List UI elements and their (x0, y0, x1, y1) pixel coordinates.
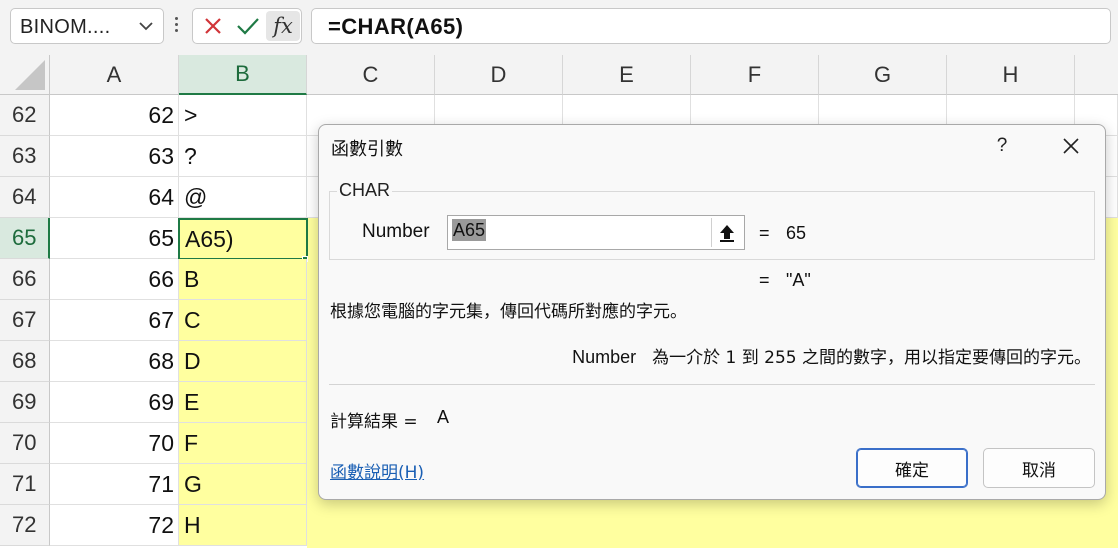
function-name: CHAR (337, 180, 393, 201)
enter-formula-button[interactable] (231, 11, 265, 41)
cell-a63[interactable]: 63 (50, 136, 179, 177)
chevron-down-icon[interactable] (137, 16, 155, 36)
dialog-help-button[interactable]: ? (987, 131, 1017, 161)
cell-a71[interactable]: 71 (50, 464, 179, 505)
function-description: 根據您電腦的字元集，傳回代碼所對應的字元。 (330, 302, 687, 322)
cell-a62[interactable]: 62 (50, 95, 179, 136)
cancel-button[interactable]: 取消 (983, 448, 1095, 488)
row-header-68[interactable]: 68 (0, 341, 50, 382)
column-header-a[interactable]: A (50, 55, 179, 95)
row-header-65[interactable]: 65 (0, 218, 50, 259)
cell-a69[interactable]: 69 (50, 382, 179, 423)
cell-b62[interactable]: > (179, 95, 307, 136)
column-header-c[interactable]: C (307, 55, 435, 95)
formula-result-equals: = (759, 270, 770, 290)
dialog-close-button[interactable] (1054, 131, 1088, 161)
cell-b66[interactable]: B (179, 259, 307, 300)
check-icon (237, 18, 259, 35)
cell-a70[interactable]: 70 (50, 423, 179, 464)
cell-b64[interactable]: @ (179, 177, 307, 218)
row-header-71[interactable]: 71 (0, 464, 50, 505)
cell-b63[interactable]: ? (179, 136, 307, 177)
row-header-69[interactable]: 69 (0, 382, 50, 423)
cell-b70[interactable]: F (179, 423, 307, 464)
row-header-63[interactable]: 63 (0, 136, 50, 177)
argument-help-text: 為一介於 1 到 255 之間的數字，用以指定要傳回的字元。 (652, 348, 1091, 368)
row-header-72[interactable]: 72 (0, 505, 50, 546)
dialog-title: 函數引數 (331, 139, 403, 159)
collapse-dialog-button[interactable] (711, 218, 742, 247)
formula-input[interactable]: =CHAR(A65) (311, 8, 1111, 44)
row-header-70[interactable]: 70 (0, 423, 50, 464)
name-box-value: BINOM.... (20, 16, 111, 38)
number-argument-input[interactable]: A65 (447, 215, 745, 250)
cell-a65[interactable]: 65 (50, 218, 179, 259)
cell-a72[interactable]: 72 (50, 505, 179, 546)
column-header-d[interactable]: D (435, 55, 563, 95)
cell-b72[interactable]: H (179, 505, 307, 546)
row-header-62[interactable]: 62 (0, 95, 50, 136)
close-icon (1063, 138, 1079, 154)
cell-b69[interactable]: E (179, 382, 307, 423)
argument-label: Number (362, 221, 430, 242)
cell-a66[interactable]: 66 (50, 259, 179, 300)
argument-help: Number 為一介於 1 到 255 之間的數字，用以指定要傳回的字元。 (572, 343, 1091, 368)
collapse-ref-icon (720, 224, 734, 242)
calculation-result-value: A (437, 407, 450, 427)
argument-help-name: Number (572, 347, 637, 367)
cell-b67[interactable]: C (179, 300, 307, 341)
column-header-f[interactable]: F (691, 55, 819, 95)
calculation-result-label: 計算結果 = (330, 412, 418, 432)
column-header-g[interactable]: G (819, 55, 947, 95)
select-all-corner[interactable] (0, 55, 50, 95)
name-box[interactable]: BINOM.... (10, 8, 164, 44)
function-help-link[interactable]: 函數說明(H) (330, 458, 424, 483)
column-header-e[interactable]: E (563, 55, 691, 95)
cell-b71[interactable]: G (179, 464, 307, 505)
formula-bar: BINOM.... fx =CHAR(A65) (0, 0, 1118, 55)
row-header-67[interactable]: 67 (0, 300, 50, 341)
column-header-b[interactable]: B (179, 55, 307, 95)
cancel-formula-button[interactable] (196, 11, 230, 41)
formula-result-preview: "A" (786, 270, 811, 290)
argument-result: 65 (786, 223, 807, 243)
function-arguments-dialog: 函數引數 ? CHAR Number A65 = 65 = "A" 根據您電腦的… (318, 124, 1106, 500)
row-header-66[interactable]: 66 (0, 259, 50, 300)
column-header-i[interactable] (1075, 55, 1118, 95)
dialog-divider (329, 384, 1095, 385)
ok-button[interactable]: 確定 (856, 448, 968, 488)
insert-function-button[interactable]: fx (266, 11, 300, 41)
cell-a68[interactable]: 68 (50, 341, 179, 382)
cell-a67[interactable]: 67 (50, 300, 179, 341)
row-header-64[interactable]: 64 (0, 177, 50, 218)
column-header-h[interactable]: H (947, 55, 1075, 95)
cell-a64[interactable]: 64 (50, 177, 179, 218)
active-cell-b65[interactable]: A65) (178, 218, 308, 260)
formula-actions: fx (192, 8, 302, 44)
argument-equals: = (759, 223, 770, 243)
formula-text: =CHAR(A65) (328, 14, 464, 39)
more-options-icon[interactable] (172, 14, 180, 38)
cell-b68[interactable]: D (179, 341, 307, 382)
argument-value: A65 (452, 219, 487, 241)
x-icon (205, 18, 221, 34)
select-all-triangle (15, 60, 45, 90)
